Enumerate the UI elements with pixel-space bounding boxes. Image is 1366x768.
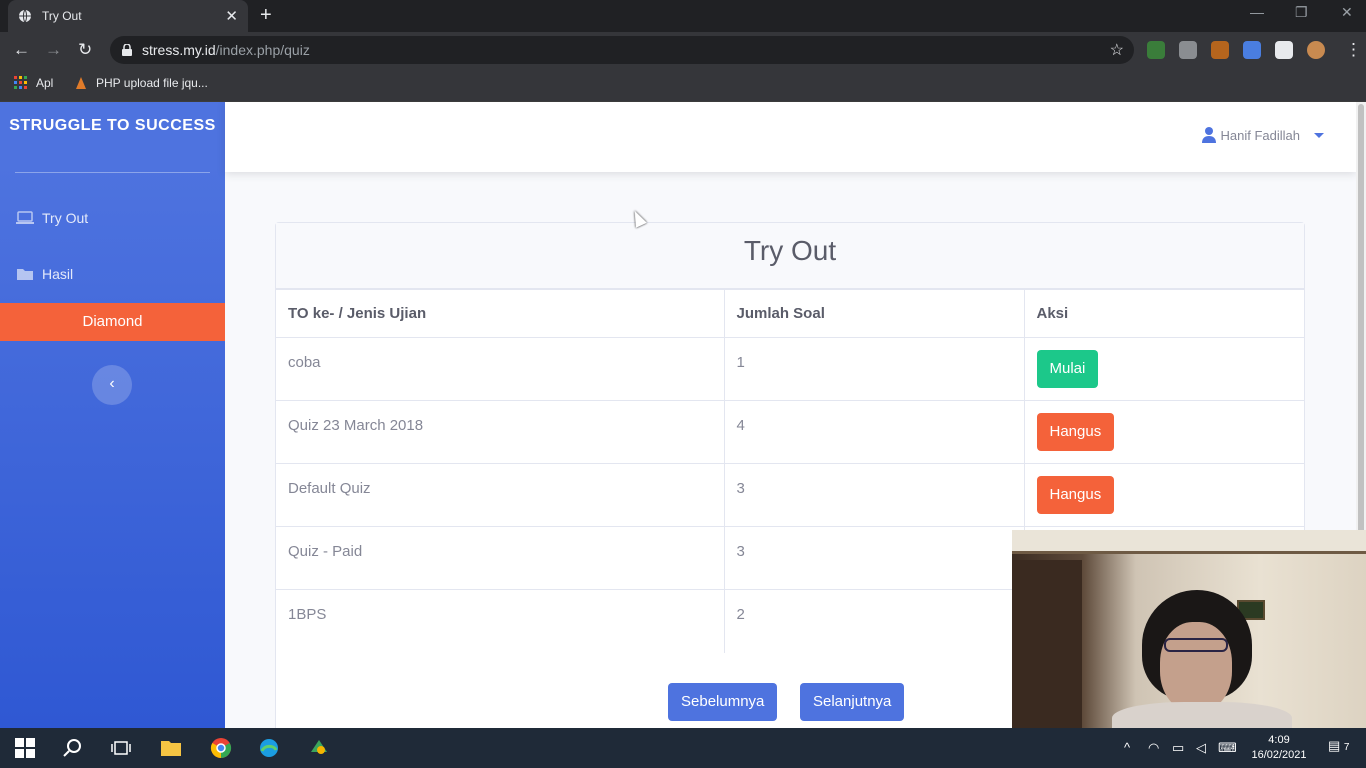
lock-icon (122, 44, 132, 56)
next-page-button[interactable]: Selanjutnya (800, 683, 905, 721)
search-icon[interactable] (62, 738, 84, 758)
camera-extension-icon[interactable] (1179, 41, 1197, 59)
chevron-left-icon: ‹ (109, 375, 115, 392)
edge-icon[interactable] (258, 738, 280, 758)
action-cell: Hangus (1023, 463, 1304, 527)
reload-icon[interactable]: ↻ (78, 40, 92, 60)
puzzle-extensions-icon[interactable] (1275, 41, 1293, 59)
windows-start-icon[interactable] (14, 738, 36, 758)
close-window-icon[interactable]: ✕ (1341, 4, 1353, 21)
card-title: Try Out (276, 223, 1304, 289)
column-header: TO ke- / Jenis Ujian (276, 289, 724, 338)
bookmark-label: Apl (36, 76, 54, 90)
laptop-icon (16, 211, 34, 224)
sidebar-item-diamond[interactable]: Diamond (0, 303, 225, 341)
notification-count: 7 (1343, 742, 1350, 753)
table-row: Quiz 23 March 2018 4 Hangus (276, 400, 1304, 464)
taskbar-clock[interactable]: 4:09 16/02/2021 (1244, 733, 1314, 763)
address-bar[interactable]: stress.my.id/index.php/quiz ☆ (110, 36, 1134, 64)
question-count-cell: 1 (723, 337, 1024, 401)
sidebar: STRUGGLE TO SUCCESS Try Out Hasil Diamon… (0, 102, 225, 728)
sidebar-brand[interactable]: STRUGGLE TO SUCCESS (0, 114, 225, 138)
wifi-icon[interactable]: ◠ (1148, 740, 1159, 756)
quiz-name-cell: coba (276, 337, 724, 401)
table-row: coba 1 Mulai (276, 337, 1304, 401)
table-header-row: TO ke- / Jenis Ujian Jumlah Soal Aksi (276, 289, 1304, 338)
windows-taskbar: ^ ◠ ▭ ◁ ⌨ 4:09 16/02/2021 ▤ 7 (0, 728, 1366, 768)
apps-grid-icon (14, 76, 27, 89)
column-header: Aksi (1023, 289, 1304, 338)
sidebar-item-label: Try Out (42, 210, 89, 226)
bookmark-php-upload[interactable]: PHP upload file jqu... (74, 76, 208, 90)
user-icon (1201, 127, 1216, 143)
question-count-cell: 3 (723, 526, 1024, 590)
folder-icon (17, 269, 33, 280)
keyboard-icon[interactable]: ⌨ (1218, 740, 1237, 756)
question-count-cell: 2 (723, 589, 1024, 653)
task-view-icon[interactable] (110, 738, 132, 758)
action-cell: Hangus (1023, 400, 1304, 464)
sidebar-item-hasil[interactable]: Hasil (16, 266, 73, 282)
url-host: stress.my.id (142, 42, 216, 58)
quiz-name-cell: 1BPS (276, 589, 724, 653)
close-tab-icon[interactable]: ✕ (225, 7, 238, 25)
quiz-name-cell: Quiz 23 March 2018 (276, 400, 724, 464)
chrome-icon[interactable] (210, 738, 232, 758)
php-icon (76, 77, 86, 89)
globe-icon (19, 9, 31, 23)
browser-tab[interactable]: Try Out ✕ (8, 0, 248, 32)
webcam-person-glasses (1164, 638, 1228, 652)
sidebar-toggle-button[interactable]: ‹ (92, 365, 132, 405)
app-icon[interactable] (308, 738, 330, 758)
maximize-icon[interactable]: ❐ (1295, 4, 1308, 21)
table-row: Default Quiz 3 Hangus (276, 463, 1304, 527)
user-name: Hanif Fadillah (1220, 127, 1301, 143)
kebab-menu-icon[interactable]: ⋮ (1345, 40, 1362, 60)
mulai-button[interactable]: Mulai (1036, 350, 1099, 388)
previous-page-button[interactable]: Sebelumnya (668, 683, 778, 721)
quiz-name-cell: Quiz - Paid (276, 526, 724, 590)
tab-title: Try Out (42, 9, 82, 23)
sidebar-item-label: Hasil (42, 266, 74, 282)
quiz-name-cell: Default Quiz (276, 463, 724, 527)
webcam-overlay (1012, 530, 1366, 728)
back-arrow-icon[interactable]: ← (13, 40, 30, 60)
minimize-icon[interactable]: — (1250, 4, 1264, 20)
extension-icon[interactable] (1211, 41, 1229, 59)
webcam-door (1012, 560, 1082, 728)
question-count-cell: 4 (723, 400, 1024, 464)
bookmarks-bar: Apl PHP upload file jqu... (0, 68, 1366, 102)
notification-icon[interactable]: ▤ 7 (1328, 738, 1349, 754)
bookmark-apps[interactable]: Apl (14, 76, 53, 90)
user-dropdown[interactable]: Hanif Fadillah (1201, 127, 1324, 143)
topbar: Hanif Fadillah (225, 102, 1356, 172)
profile-avatar[interactable] (1307, 41, 1325, 59)
hangus-button[interactable]: Hangus (1036, 413, 1115, 451)
translate-extension-icon[interactable] (1243, 41, 1261, 59)
hangus-button[interactable]: Hangus (1036, 476, 1115, 514)
column-header: Jumlah Soal (723, 289, 1024, 338)
question-count-cell: 3 (723, 463, 1024, 527)
webcam-person-face (1160, 622, 1232, 712)
bookmark-star-icon[interactable]: ☆ (1110, 40, 1124, 60)
file-explorer-icon[interactable] (160, 738, 182, 758)
caret-down-icon (1314, 132, 1324, 138)
clock-date: 16/02/2021 (1251, 749, 1307, 761)
sidebar-divider (15, 172, 210, 173)
url-path: /index.php/quiz (215, 42, 310, 58)
action-cell: Mulai (1023, 337, 1304, 401)
webcam-person-shirt (1112, 702, 1292, 728)
clock-time: 4:09 (1268, 734, 1290, 746)
bookmark-label: PHP upload file jqu... (96, 76, 208, 90)
sidebar-item-try-out[interactable]: Try Out (16, 210, 88, 226)
volume-icon[interactable]: ◁ (1196, 740, 1206, 756)
new-tab-button[interactable]: + (260, 4, 272, 26)
webcam-ceiling (1012, 530, 1366, 554)
battery-icon[interactable]: ▭ (1172, 740, 1184, 756)
browser-tabstrip: Try Out ✕ + — ❐ ✕ (0, 0, 1366, 32)
forward-arrow-icon[interactable]: → (45, 40, 62, 60)
extension-icon[interactable] (1147, 41, 1165, 59)
chevron-up-icon[interactable]: ^ (1124, 740, 1130, 755)
